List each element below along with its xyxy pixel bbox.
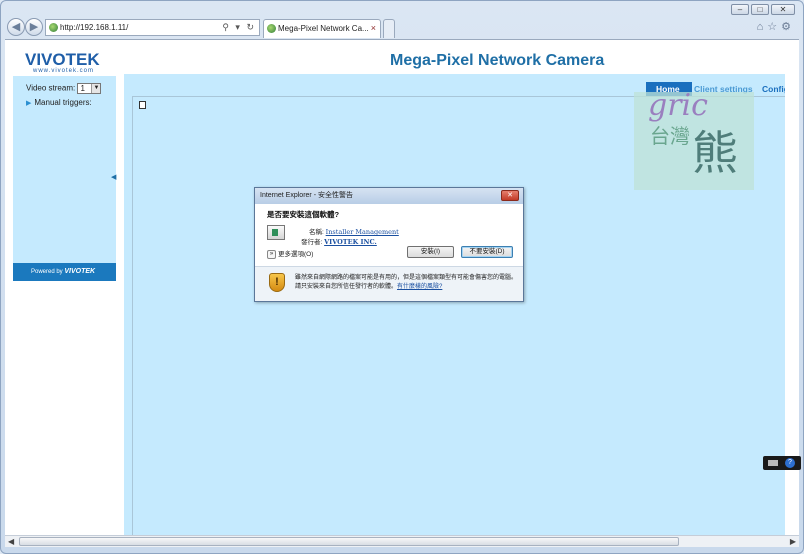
tab-camera[interactable]: Mega-Pixel Network Ca... ×: [263, 19, 381, 38]
sidebar: Video stream: 1 ▼ ▶ Manual triggers:: [13, 76, 116, 281]
scroll-left-icon[interactable]: ◀: [8, 537, 14, 546]
dialog-close-button[interactable]: ✕: [501, 190, 519, 201]
install-button[interactable]: 安裝(I): [407, 246, 454, 258]
vivotek-url: www.vivotek.com: [33, 68, 95, 74]
manual-triggers-label: Manual triggers:: [34, 98, 92, 107]
home-icon[interactable]: ⌂: [757, 21, 768, 33]
chevron-down-icon: »: [267, 249, 276, 259]
site-favicon-icon: [49, 23, 58, 32]
warning-shield-icon: !: [269, 273, 285, 292]
powered-brand: VIVOTEK: [64, 268, 96, 275]
watermark-logo: gric 台灣 熊: [634, 88, 754, 190]
minimize-button[interactable]: –: [731, 4, 749, 15]
back-button[interactable]: ◀: [7, 18, 25, 36]
video-stream-row: Video stream: 1 ▼: [26, 83, 102, 94]
watermark-script: gric: [648, 88, 708, 123]
name-link[interactable]: Installer Management: [326, 228, 399, 236]
publisher-row: 發行者: VIVOTEK INC.: [301, 236, 377, 246]
close-window-button[interactable]: ✕: [771, 4, 795, 15]
powered-by-label: Powered by: [31, 269, 63, 275]
warning-text: 雖然來自網際網路的檔案可能是有用的，但是這個檔案類型有可能會傷害您的電腦。請只安…: [295, 274, 517, 292]
manual-triggers-row[interactable]: ▶ Manual triggers:: [26, 98, 92, 107]
vivotek-logo: VIVOTEK: [25, 50, 100, 69]
publisher-link[interactable]: VIVOTEK INC.: [324, 238, 377, 246]
address-text: http://192.168.1.11/: [60, 23, 129, 32]
maximize-button[interactable]: □: [751, 4, 769, 15]
tab-close-icon[interactable]: ×: [371, 20, 376, 37]
address-bar[interactable]: http://192.168.1.11/ ⚲ ▾ ↻: [45, 19, 260, 36]
forward-button[interactable]: ▶: [25, 18, 43, 36]
window-controls: – □ ✕: [731, 4, 795, 15]
chevron-down-icon: ▼: [91, 84, 101, 93]
browser-window: – □ ✕ ◀ ▶ http://192.168.1.11/ ⚲ ▾ ↻ Meg…: [0, 0, 804, 554]
name-label: 名稱:: [309, 229, 324, 236]
search-refresh-icon[interactable]: ⚲ ▾ ↻: [222, 20, 256, 35]
dialog-body: 是否要安裝這個軟體? 名稱: Installer Management 發行者:…: [255, 204, 523, 267]
powered-by-bar: Powered by VIVOTEK: [13, 263, 116, 281]
video-stream-select[interactable]: 1 ▼: [77, 83, 102, 94]
security-warning-dialog: Internet Explorer - 安全性警告 ✕ 是否要安裝這個軟體? 名…: [254, 187, 524, 302]
collapse-sidebar-icon[interactable]: ◀: [111, 173, 116, 181]
keyboard-icon[interactable]: [768, 460, 778, 466]
language-bar: ?: [763, 456, 801, 470]
publisher-label: 發行者:: [301, 239, 323, 246]
tab-favicon-icon: [267, 24, 276, 33]
page-title: Mega-Pixel Network Camera: [390, 52, 605, 69]
horizontal-scrollbar[interactable]: ◀ ▶: [5, 535, 799, 547]
package-icon: [267, 225, 285, 240]
new-tab-button[interactable]: [383, 19, 395, 38]
video-stream-label: Video stream:: [26, 83, 76, 93]
video-stream-value: 1: [80, 84, 85, 93]
name-row: 名稱: Installer Management: [309, 226, 399, 236]
tools-gear-icon[interactable]: ⚙: [781, 21, 795, 33]
dont-install-button[interactable]: 不要安裝(D): [461, 246, 513, 258]
navigation-bar: ◀ ▶ http://192.168.1.11/ ⚲ ▾ ↻ Mega-Pixe…: [5, 17, 801, 39]
scrollbar-thumb[interactable]: [19, 537, 679, 546]
dialog-question: 是否要安裝這個軟體?: [267, 210, 340, 219]
more-options-toggle[interactable]: » 更多選項(O): [267, 248, 313, 259]
toolbar-icons: ⌂☆⚙: [757, 20, 795, 33]
dialog-titlebar: Internet Explorer - 安全性警告 ✕: [255, 188, 523, 204]
scroll-right-icon[interactable]: ▶: [790, 537, 796, 546]
risk-link[interactable]: 有什麼樣的風險?: [397, 284, 442, 290]
more-options-label: 更多選項(O): [278, 251, 314, 258]
dialog-footer: ! 雖然來自網際網路的檔案可能是有用的，但是這個檔案類型有可能會傷害您的電腦。請…: [255, 267, 523, 301]
plugin-placeholder-icon: [139, 101, 146, 109]
watermark-char-large: 熊: [692, 126, 738, 180]
tab-title: Mega-Pixel Network Ca...: [278, 24, 369, 33]
dialog-title: Internet Explorer - 安全性警告: [260, 192, 353, 199]
help-icon[interactable]: ?: [785, 458, 795, 468]
watermark-chars-small: 台灣: [650, 126, 690, 148]
expand-triangle-icon: ▶: [26, 100, 32, 107]
favorites-star-icon[interactable]: ☆: [767, 21, 781, 33]
